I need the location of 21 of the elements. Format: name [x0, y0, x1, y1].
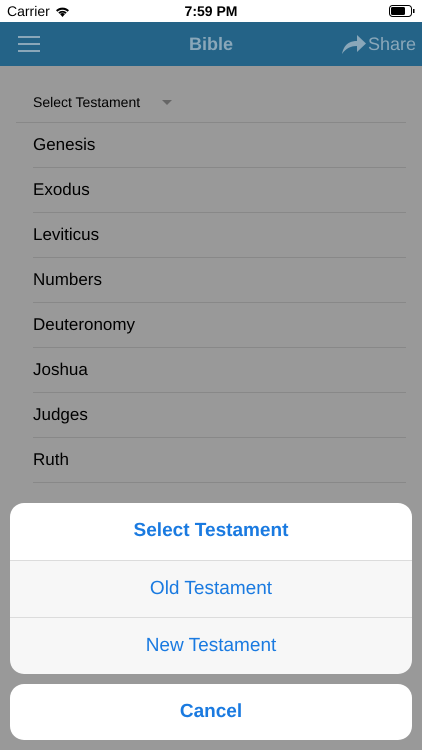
book-item[interactable]: Exodus: [33, 177, 90, 203]
book-item[interactable]: Leviticus: [33, 222, 100, 248]
menu-icon[interactable]: [18, 36, 40, 52]
book-item[interactable]: Joshua: [33, 357, 88, 383]
book-item[interactable]: Judges: [33, 402, 88, 428]
book-item[interactable]: Ruth: [33, 447, 69, 473]
nav-title: Bible: [189, 32, 233, 56]
book-item[interactable]: Deuteronomy: [33, 312, 136, 338]
carrier-label: Carrier: [7, 2, 50, 20]
battery-icon: [389, 5, 415, 17]
cancel-button[interactable]: Cancel: [10, 684, 412, 740]
status-time: 7:59 PM: [184, 2, 238, 20]
sheet-option[interactable]: Old Testament: [10, 560, 412, 617]
caret-icon: [162, 100, 172, 104]
book-item[interactable]: Genesis: [33, 132, 96, 158]
book-item[interactable]: Numbers: [33, 267, 102, 293]
share-arrow-icon: [342, 34, 366, 54]
sheet-title: Select Testament: [10, 503, 412, 560]
testament-dropdown[interactable]: Select Testament: [16, 88, 406, 123]
sheet-option[interactable]: New Testament: [10, 617, 412, 674]
wifi-icon: [54, 6, 70, 16]
